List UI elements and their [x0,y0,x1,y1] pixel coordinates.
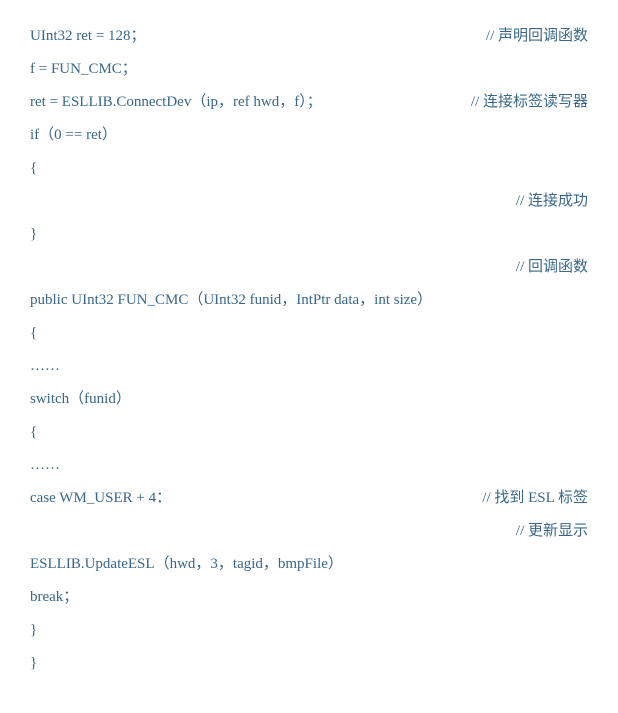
code-text: public UInt32 FUN_CMC（UInt32 funid，IntPt… [30,284,432,317]
code-text: } [30,614,37,647]
code-text: f = FUN_CMC； [30,53,137,86]
code-text: case WM_USER + 4： [30,482,171,515]
code-comment: // 连接成功 [516,185,588,218]
code-line: // 回调函数 [30,251,588,284]
code-line: if（0 == ret） [30,119,588,152]
code-line: case WM_USER + 4： // 找到 ESL 标签 [30,482,588,515]
code-comment: // 回调函数 [516,251,588,284]
code-line: ESLLIB.UpdateESL（hwd，3，tagid，bmpFile） [30,548,588,581]
code-text: { [30,416,37,449]
code-line: …… [30,350,588,383]
code-text: if（0 == ret） [30,119,117,152]
code-line: UInt32 ret = 128； // 声明回调函数 [30,20,588,53]
code-line: } [30,614,588,647]
code-line: switch（funid） [30,383,588,416]
code-line: // 连接成功 [30,185,588,218]
code-line: public UInt32 FUN_CMC（UInt32 funid，IntPt… [30,284,588,317]
code-comment: // 找到 ESL 标签 [482,482,588,515]
code-text: switch（funid） [30,383,131,416]
code-text: { [30,317,37,350]
code-line: } [30,218,588,251]
code-text: ret = ESLLIB.ConnectDev（ip，ref hwd，f）； [30,86,322,119]
code-text: …… [30,449,60,482]
code-text: { [30,152,37,185]
code-line: …… [30,449,588,482]
code-comment: // 声明回调函数 [486,20,588,53]
code-line: f = FUN_CMC； [30,53,588,86]
code-comment: // 更新显示 [516,515,588,548]
code-text: } [30,218,37,251]
code-line: // 更新显示 [30,515,588,548]
code-line: ret = ESLLIB.ConnectDev（ip，ref hwd，f）； /… [30,86,588,119]
code-text: UInt32 ret = 128； [30,20,146,53]
code-block: UInt32 ret = 128； // 声明回调函数 f = FUN_CMC；… [30,20,588,680]
code-line: { [30,152,588,185]
code-line: } [30,647,588,680]
code-line: { [30,317,588,350]
code-text: break； [30,581,78,614]
code-text: …… [30,350,60,383]
code-line: break； [30,581,588,614]
code-comment: // 连接标签读写器 [471,86,588,119]
code-text: ESLLIB.UpdateESL（hwd，3，tagid，bmpFile） [30,548,343,581]
code-line: { [30,416,588,449]
code-text: } [30,647,37,680]
